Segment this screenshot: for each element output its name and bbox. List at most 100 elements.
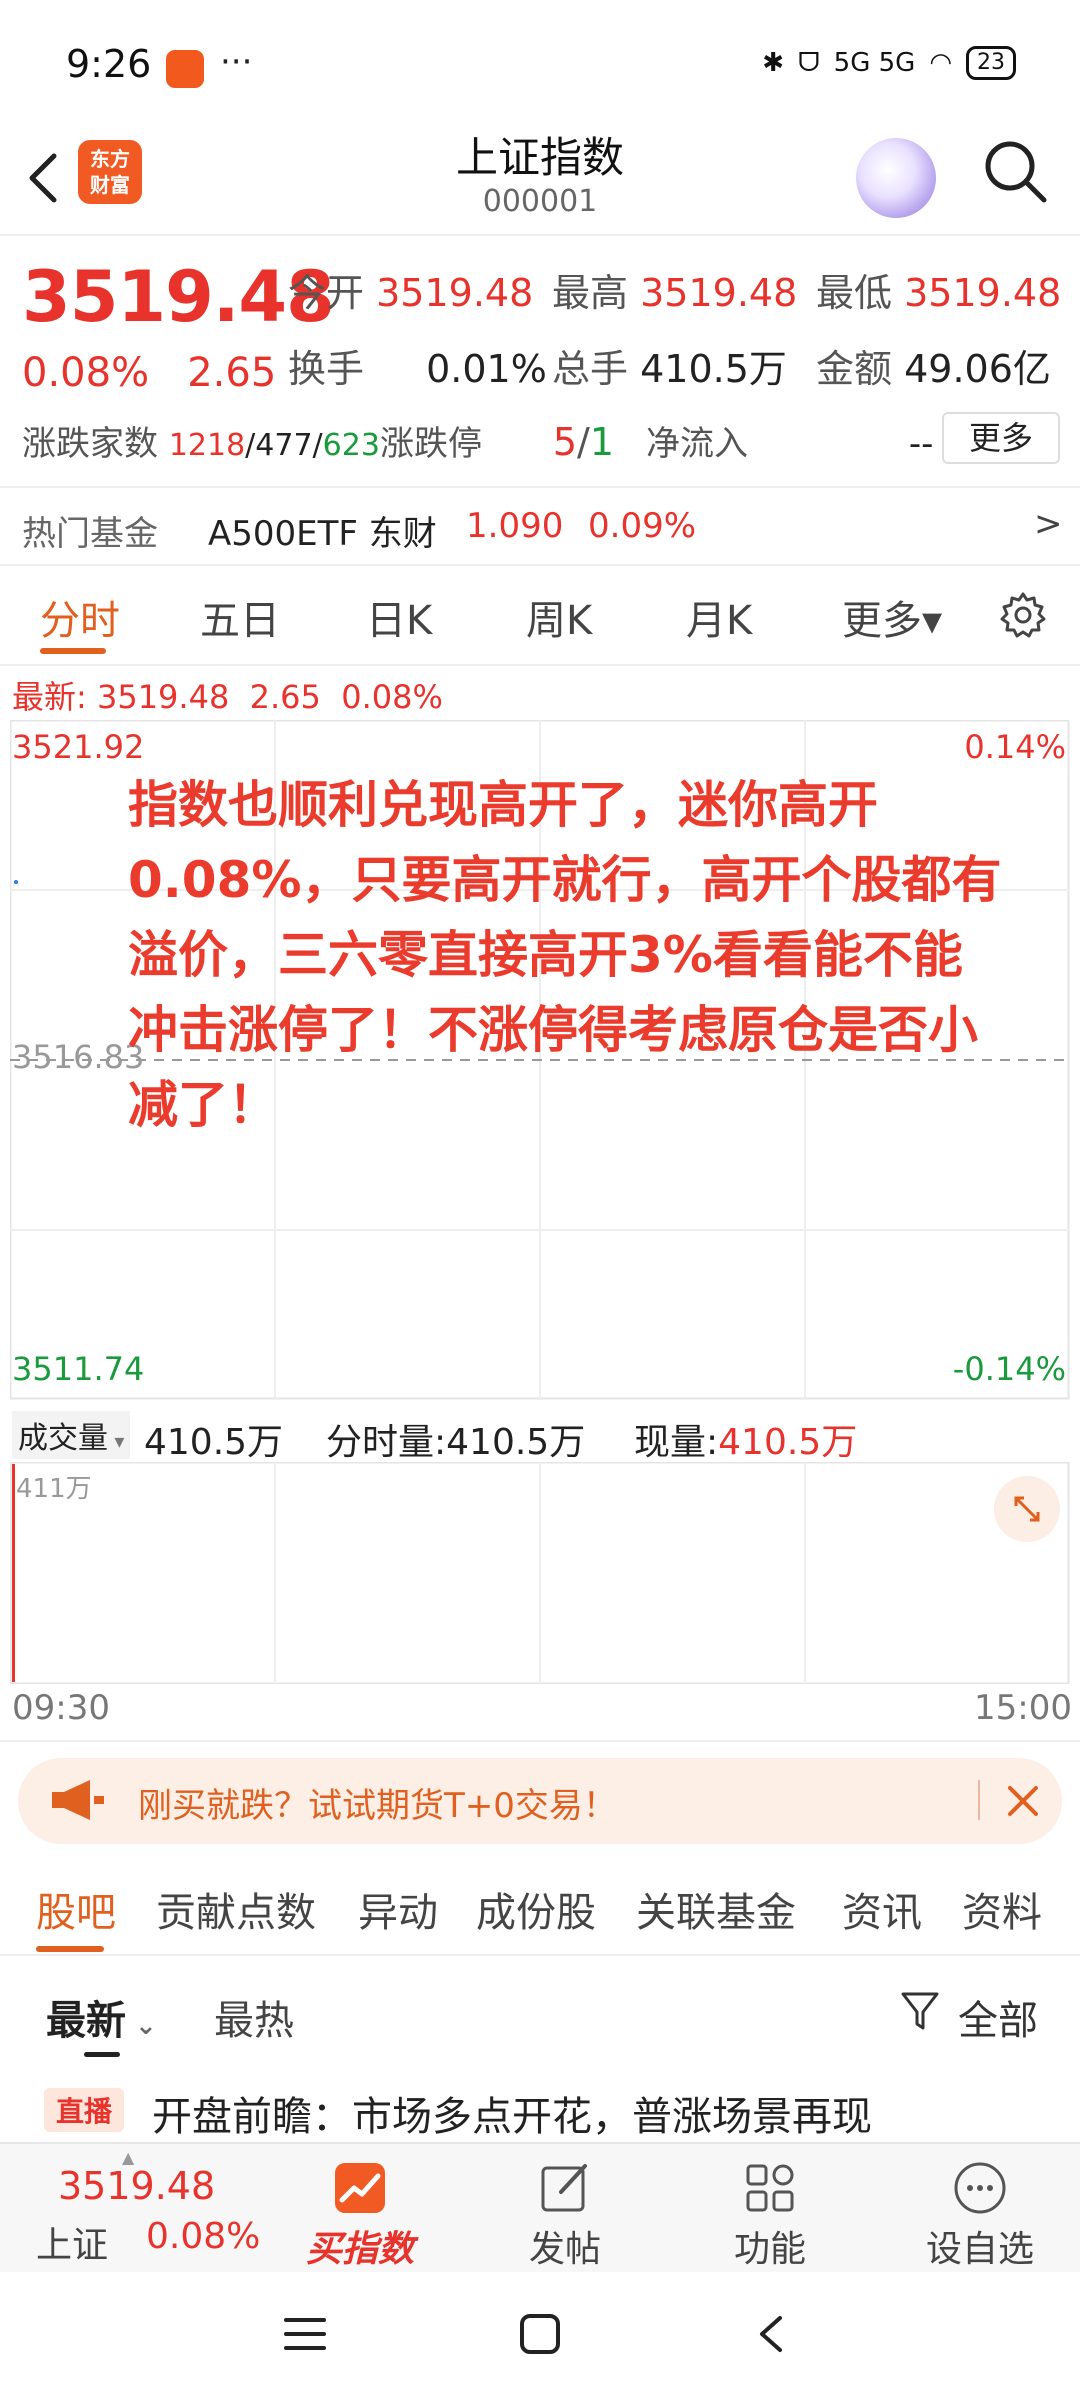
system-nav-bar [0,2272,1080,2400]
y-axis-bottom: 3511.74 [12,1350,145,1388]
more-button[interactable]: 更多 [942,412,1060,464]
post-button[interactable]: 发帖 [490,2144,640,2274]
filter-icon[interactable] [900,1990,940,2034]
function-button[interactable]: 功能 [700,2144,840,2274]
hot-fund-row[interactable]: 热门基金 A500ETF 东财 1.090 0.09% > [0,488,1080,564]
open-value: 3519.48 [376,271,534,315]
active-tab-indicator [40,648,106,654]
home-icon[interactable] [518,2312,562,2356]
limit-field: 涨跌停 5/1 [380,416,614,465]
tab-profile[interactable]: 资料 [962,1880,1042,1938]
index-mini-quote[interactable]: 3519.48 ▲ 上证 0.08% [0,2144,280,2274]
bottom-index-price: 3519.48 [58,2164,216,2208]
volume-chart[interactable]: 411万 [10,1462,1070,1684]
chart-annotation: 指数也顺利兑现高开了，迷你高开0.08%，只要高开就行，高开个股都有溢价，三六零… [128,776,1002,1134]
earbuds-icon: ᗜ [798,47,820,78]
filter-all[interactable]: 全部 [958,1988,1038,2046]
post-title: 开盘前瞻：市场多点开花，普涨场景再现 [152,2094,872,2140]
divider [0,1740,1080,1742]
tab-movements[interactable]: 异动 [358,1880,438,1938]
volume-label: 总手 [552,347,629,391]
breadth-down: 623 [322,428,380,463]
tab-more[interactable]: 更多▾ [842,588,942,646]
add-watchlist-button[interactable]: 设自选 [900,2144,1060,2274]
turnover-label: 换手 [288,347,365,391]
volume-field: 总手 410.5万 [552,338,787,393]
hot-fund-name: A500ETF 东财 [208,514,437,554]
current-volume: 现量:410.5万 [634,1413,857,1465]
tab-contribution[interactable]: 贡献点数 [156,1880,316,1938]
buy-index-button[interactable]: 买指数 [280,2144,440,2274]
limit-down: 1 [589,420,614,464]
function-label: 功能 [733,2229,806,2270]
limit-label: 涨跌停 [380,424,482,464]
search-icon[interactable] [980,136,1050,206]
volume-value: 410.5万 [640,347,787,391]
close-icon[interactable] [998,1776,1048,1826]
amount-value: 49.06亿 [904,347,1051,391]
tab-five-day[interactable]: 五日 [200,588,280,646]
bottom-index-pct: 0.08% [146,2216,261,2257]
volume-bar [12,1464,15,1682]
open-label: 今开 [288,271,365,315]
list-item[interactable]: 直播 开盘前瞻：市场多点开花，普涨场景再现 [0,2076,1080,2146]
tab-constituents[interactable]: 成份股 [476,1880,596,1938]
sort-latest[interactable]: 最新 ⌄ [46,1988,157,2046]
promo-banner[interactable]: 刚买就跌？试试期货T+0交易！ [18,1758,1062,1844]
sort-latest-label: 最新 [46,1998,126,2044]
tab-related-funds[interactable]: 关联基金 [636,1880,796,1938]
chart-tabs: 分时 五日 日K 周K 月K 更多▾ [0,566,1080,666]
tab-news[interactable]: 资讯 [842,1880,922,1938]
pct-axis-bottom: -0.14% [952,1350,1066,1388]
gear-icon[interactable] [998,590,1048,640]
bottom-action-bar: 3519.48 ▲ 上证 0.08% 买指数 发帖 功能 设自选 [0,2142,1080,2274]
y-axis-mid: 3516.83 [12,1038,145,1076]
expand-icon[interactable] [994,1476,1060,1542]
y-axis-top: 3521.92 [12,728,145,766]
tab-weekly-k[interactable]: 周K [526,588,592,646]
tab-guba[interactable]: 股吧 [36,1880,116,1938]
high-label: 最高 [552,271,629,315]
divider [0,234,1080,236]
high-value: 3519.48 [640,271,798,315]
robot-assistant-icon[interactable] [856,138,936,218]
turnover-field: 换手 0.01% [288,338,547,393]
low-label: 最低 [816,271,893,315]
grid-apps-icon [746,2164,794,2212]
post-label: 发帖 [528,2229,601,2270]
sort-hot[interactable]: 最热 [214,1988,294,2046]
time-end: 15:00 [974,1688,1072,1728]
chevron-down-icon: ⌄ [126,2011,157,2041]
volume-selector[interactable]: 成交量 ▾ [12,1411,131,1459]
open-field: 今开 3519.48 [288,262,533,317]
edit-icon [541,2164,587,2212]
low-field: 最低 3519.48 [816,262,1061,317]
pct-axis-top: 0.14% [964,728,1066,766]
status-indicators: ✱ ᗜ 5G 5G ◠ 23 [762,46,1016,80]
wifi-icon: ◠ [929,48,952,78]
dropdown-arrow-icon: ▾ [108,1429,125,1453]
breadth-field: 涨跌家数 1218/477/623 [22,416,380,465]
volume-grid [10,1462,1070,1684]
nav-back-icon[interactable] [752,2312,792,2356]
low-value: 3519.48 [904,271,1062,315]
limit-sep: / [577,420,590,464]
trend-chart-icon [335,2163,385,2213]
time-start: 09:30 [12,1688,110,1728]
tab-intraday[interactable]: 分时 [40,588,120,646]
change-info: 0.08% 2.65 [22,350,276,396]
content-tabs: 股吧 贡献点数 异动 成份股 关联基金 资讯 资料 [0,1852,1080,1952]
latest-price: 3519.48 [96,678,230,716]
quote-panel: 3519.48 0.08% 2.65 今开 3519.48 最高 3519.48… [0,238,1080,486]
current-volume-value: 410.5万 [718,1422,858,1463]
current-volume-label: 现量: [634,1422,719,1463]
tab-monthly-k[interactable]: 月K [686,588,752,646]
divider [0,1954,1080,1956]
breadth-up: 1218 [168,428,246,463]
menu-icon[interactable] [282,2314,328,2354]
live-badge: 直播 [44,2088,125,2132]
volume-scale: 411万 [16,1474,92,1504]
breadth-label: 涨跌家数 [22,424,158,464]
hot-fund-price: 1.090 [466,506,564,546]
tab-daily-k[interactable]: 日K [366,588,432,646]
